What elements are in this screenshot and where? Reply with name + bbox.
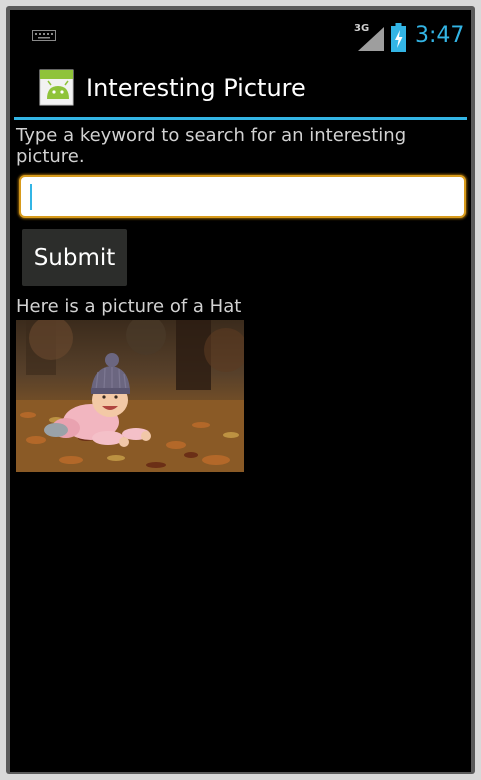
android-app-icon[interactable] (39, 69, 74, 106)
search-prompt: Type a keyword to search for an interest… (16, 125, 407, 167)
action-bar-divider (14, 117, 467, 120)
signal-icon (358, 27, 384, 51)
search-input[interactable] (19, 175, 466, 218)
status-bar: 3G 3:47 (10, 10, 471, 60)
submit-button[interactable]: Submit (22, 229, 127, 286)
phone-screen: 3G 3:47 Interesting Picture Type a keywo… (10, 10, 471, 772)
text-cursor (30, 184, 32, 210)
result-caption: Here is a picture of a Hat (16, 296, 242, 317)
action-bar: Interesting Picture (10, 60, 471, 117)
battery-charging-icon (391, 23, 406, 52)
result-photo (16, 320, 244, 472)
clock: 3:47 (415, 23, 465, 48)
keyboard-icon (32, 30, 56, 41)
app-title: Interesting Picture (86, 74, 306, 102)
